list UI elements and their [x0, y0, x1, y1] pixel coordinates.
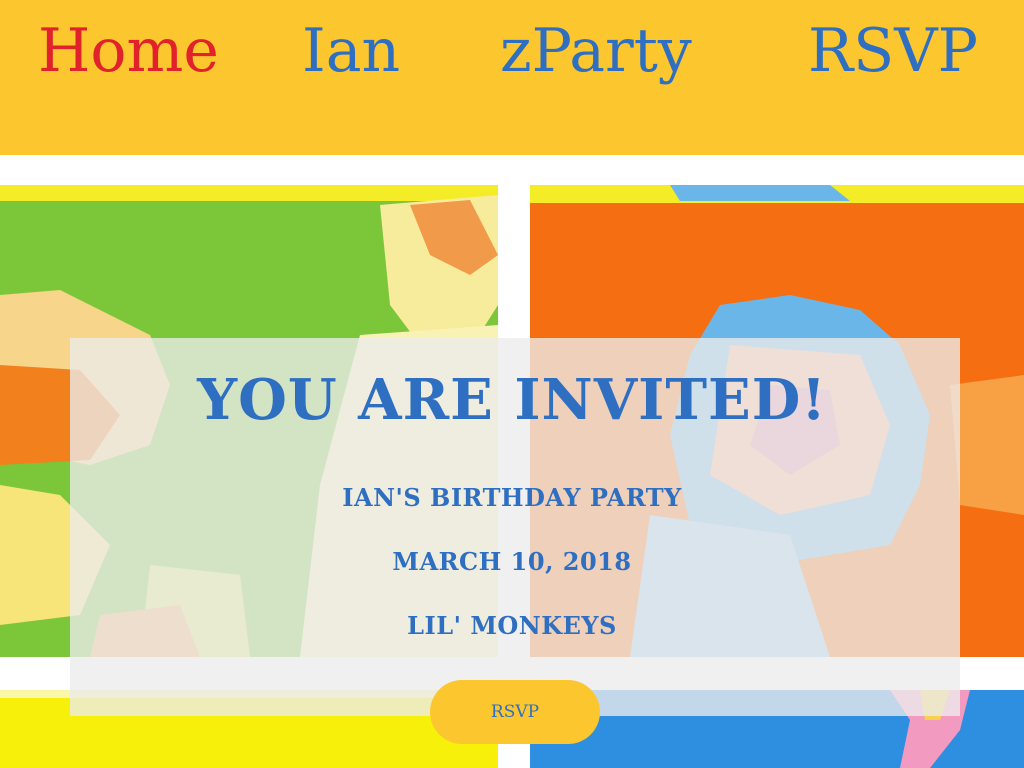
- nav-link-rsvp[interactable]: RSVP: [808, 16, 978, 86]
- party-name: IAN'S BIRTHDAY PARTY: [342, 483, 682, 512]
- nav-link-ian[interactable]: Ian: [302, 16, 400, 86]
- top-navigation: Home Ian zParty RSVP: [0, 0, 1024, 155]
- rsvp-button[interactable]: RSVP: [430, 680, 600, 744]
- nav-link-home[interactable]: Home: [38, 16, 219, 86]
- party-venue: LIL' MONKEYS: [407, 611, 617, 640]
- party-date: MARCH 10, 2018: [392, 547, 632, 576]
- invitation-title: YOU ARE INVITED!: [197, 367, 827, 433]
- nav-link-zparty[interactable]: zParty: [500, 16, 692, 86]
